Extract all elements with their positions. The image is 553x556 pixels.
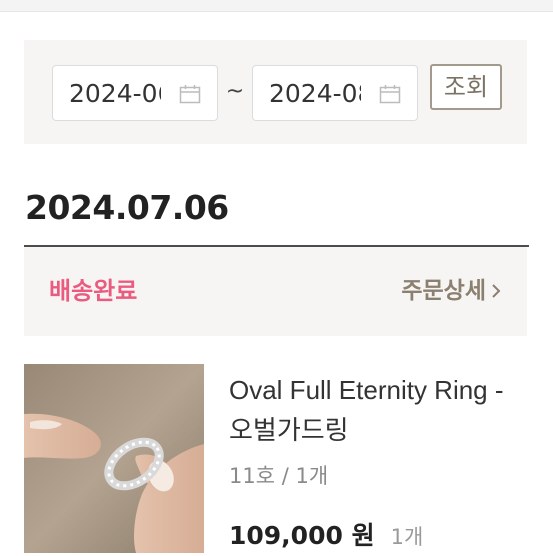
order-date: 2024.07.06: [25, 188, 229, 227]
start-date-value: 2024-06: [69, 80, 161, 108]
product-name[interactable]: Oval Full Eternity Ring - 오벌가드링: [229, 370, 529, 450]
calendar-icon[interactable]: [179, 84, 201, 104]
order-detail-label: 주문상세: [401, 278, 486, 304]
start-date-input[interactable]: 2024-06: [52, 65, 218, 121]
search-button[interactable]: 조회: [430, 64, 502, 110]
product-quantity: 1개: [390, 525, 424, 549]
chevron-right-icon: [492, 284, 501, 298]
product-option: 11호 / 1개: [229, 464, 329, 488]
price-row: 109,000 원 1개: [229, 516, 423, 556]
date-range-separator: ~: [225, 79, 245, 104]
product-price: 109,000 원: [229, 521, 375, 550]
top-strip: [0, 0, 553, 12]
date-filter-panel: 2024-06 ~ 2024-08 조회: [24, 40, 527, 144]
end-date-value: 2024-08: [269, 80, 361, 108]
order-detail-link[interactable]: 주문상세: [401, 275, 502, 307]
product-image[interactable]: [24, 364, 204, 553]
end-date-input[interactable]: 2024-08: [252, 65, 418, 121]
order-status-bar: 배송완료 주문상세: [24, 247, 527, 336]
calendar-icon[interactable]: [379, 84, 401, 104]
delivery-status: 배송완료: [49, 277, 138, 305]
